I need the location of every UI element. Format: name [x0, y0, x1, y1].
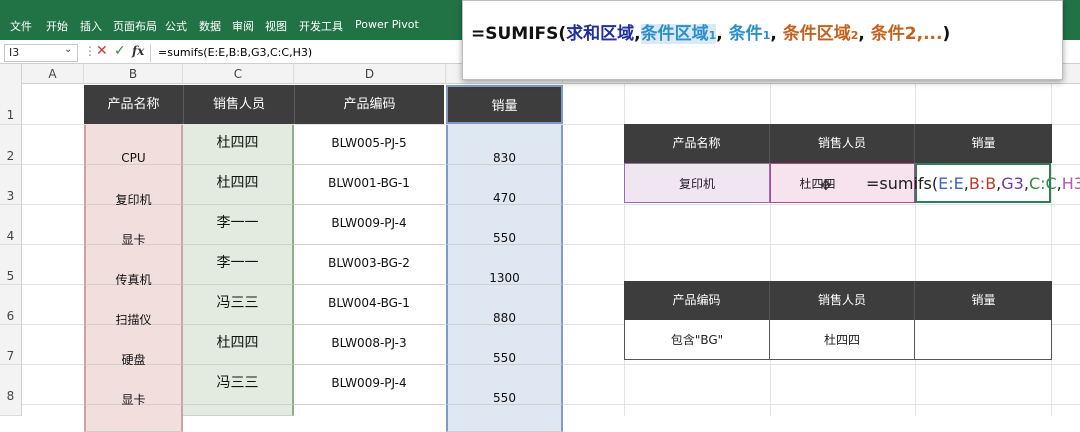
cursor-move-icon: ✥	[820, 178, 832, 194]
lookup2-cell-salesperson[interactable]: 杜四四	[770, 320, 915, 360]
drag-handle-icon[interactable]: ⋮	[84, 44, 96, 58]
syntax-line: =SUMIFS(求和区域,条件区域1, 条件1, 条件区域2, 条件2,...)	[471, 19, 950, 44]
cell-product-code[interactable]: BLW003-BG-2	[294, 245, 444, 285]
chevron-down-icon[interactable]: ⌄	[64, 44, 72, 55]
cell-salesperson-partial[interactable]	[183, 405, 294, 416]
cell-product-code[interactable]: BLW001-BG-1	[294, 165, 444, 205]
syntax-criteria-range2: 条件区域2	[783, 24, 859, 44]
syntax-sep: ,	[770, 24, 783, 44]
formula-arg-range2: C:C	[1028, 174, 1057, 193]
formula-prefix: =sumifs(	[866, 174, 939, 193]
tab-insert[interactable]: 插入	[80, 18, 102, 34]
tab-data[interactable]: 数据	[199, 18, 221, 34]
cell-product-name[interactable]: 显卡	[84, 365, 183, 407]
syntax-criteria2: 条件2,...	[870, 24, 943, 44]
cell-product-code[interactable]: BLW009-PJ-4	[294, 205, 444, 245]
syntax-sep: ,	[716, 24, 729, 44]
header-salesperson[interactable]: 销售人员	[183, 85, 294, 124]
syntax-criteria1: 条件1	[729, 24, 771, 44]
row-header-2[interactable]: 2	[0, 125, 22, 165]
cell-sales[interactable]: 1300	[446, 245, 563, 285]
cell-product-code[interactable]: BLW008-PJ-3	[294, 325, 444, 365]
tab-home[interactable]: 开始	[46, 18, 68, 34]
insert-function-icon[interactable]: fx	[132, 44, 144, 58]
row-header-5[interactable]: 5	[0, 245, 22, 285]
cell-product-name[interactable]: 硬盘	[84, 325, 183, 367]
header-product-code[interactable]: 产品编码	[294, 85, 444, 124]
row-header-6[interactable]: 6	[0, 285, 22, 325]
header-sales[interactable]: 销量	[446, 85, 563, 124]
cell-product-name-partial[interactable]	[84, 405, 183, 432]
function-syntax-tooltip: =SUMIFS(求和区域,条件区域1, 条件1, 条件区域2, 条件2,...)	[462, 0, 1063, 80]
cell-sales[interactable]: 470	[446, 165, 563, 205]
row-header-4[interactable]: 4	[0, 205, 22, 245]
syntax-criteria-range1-text: 条件区域	[640, 24, 709, 44]
tab-page-layout[interactable]: 页面布局	[113, 18, 157, 34]
syntax-criteria-range2-text: 条件区域	[782, 24, 851, 44]
syntax-suffix: )	[942, 24, 951, 44]
lookup2-cell-sales[interactable]	[915, 320, 1052, 360]
cell-product-code[interactable]: BLW009-PJ-4	[294, 365, 444, 405]
cell-salesperson[interactable]: 李一一	[183, 205, 294, 245]
lookup2-header-salesperson[interactable]: 销售人员	[770, 281, 915, 320]
formula-input[interactable]: =sumifs(E:E,B:B,G3,C:C,H3)	[158, 46, 312, 59]
cell-sales[interactable]: 550	[446, 205, 563, 245]
lookup-cell-product-name[interactable]: 复印机	[624, 163, 770, 203]
cell-salesperson[interactable]: 李一一	[183, 245, 294, 285]
lookup2-header-sales[interactable]: 销量	[915, 281, 1052, 320]
tab-developer[interactable]: 开发工具	[299, 18, 343, 34]
syntax-criteria-range1: 条件区域1	[640, 24, 717, 44]
column-header-c[interactable]: C	[183, 64, 294, 84]
header-product-name[interactable]: 产品名称	[84, 85, 183, 124]
cell-sales[interactable]: 550	[446, 365, 563, 405]
cell-salesperson[interactable]: 杜四四	[183, 325, 294, 365]
row-header-3[interactable]: 3	[0, 165, 22, 205]
cell-product-name[interactable]: 扫描仪	[84, 285, 183, 327]
cell-product-name[interactable]: 传真机	[84, 245, 183, 287]
cell-sales[interactable]: 550	[446, 325, 563, 365]
formula-bar-divider	[150, 44, 151, 62]
cell-sales[interactable]: 830	[446, 125, 563, 165]
column-header-a[interactable]: A	[22, 64, 84, 84]
lookup-header-product-name[interactable]: 产品名称	[624, 124, 770, 163]
cell-salesperson[interactable]: 杜四四	[183, 165, 294, 205]
tab-power-pivot[interactable]: Power Pivot	[355, 18, 419, 31]
tab-review[interactable]: 审阅	[232, 18, 254, 34]
lookup-header-salesperson[interactable]: 销售人员	[770, 124, 915, 163]
cell-product-name[interactable]: CPU	[84, 125, 183, 165]
check-icon[interactable]: ✓	[114, 43, 126, 59]
cell-product-code[interactable]: BLW004-BG-1	[294, 285, 444, 325]
cell-salesperson[interactable]: 杜四四	[183, 125, 294, 165]
row-header-8[interactable]: 8	[0, 365, 22, 416]
lookup-header-sales[interactable]: 销量	[915, 124, 1052, 163]
syntax-sum-range: 求和区域	[566, 24, 635, 44]
cell-salesperson[interactable]: 冯三三	[183, 365, 294, 405]
cell-product-code[interactable]: BLW005-PJ-5	[294, 125, 444, 165]
formula-arg-range1: B:B	[968, 174, 997, 193]
lookup2-cell-product-code[interactable]: 包含"BG"	[624, 320, 770, 360]
column-header-d[interactable]: D	[294, 64, 446, 84]
formula-arg-criteria2: H3	[1061, 174, 1080, 193]
cancel-icon[interactable]: ✕	[96, 43, 108, 59]
syntax-criteria1-text: 条件	[728, 24, 763, 44]
cell-edit-formula[interactable]: =sumifs(E:E,B:B,G3,C:C,H3)	[866, 167, 1080, 201]
tab-formulas[interactable]: 公式	[165, 18, 187, 34]
syntax-sep: ,	[858, 24, 871, 44]
cell-sales[interactable]: 880	[446, 285, 563, 325]
tab-view[interactable]: 视图	[265, 18, 287, 34]
cell-salesperson[interactable]: 冯三三	[183, 285, 294, 325]
cell-product-name[interactable]: 显卡	[84, 205, 183, 247]
formula-arg-criteria1: G3	[1001, 174, 1024, 193]
tab-file[interactable]: 文件	[10, 18, 32, 34]
row-header-1[interactable]: 1	[0, 84, 22, 125]
column-header-b[interactable]: B	[84, 64, 183, 84]
select-all-corner[interactable]	[0, 64, 22, 84]
lookup2-header-product-code[interactable]: 产品编码	[624, 281, 770, 320]
cell-product-name[interactable]: 复印机	[84, 165, 183, 207]
row-header-7[interactable]: 7	[0, 325, 22, 365]
formula-arg-sum-range: E:E	[938, 174, 964, 193]
syntax-prefix: =SUMIFS(	[471, 24, 567, 44]
cell-sales-partial[interactable]	[446, 405, 563, 432]
